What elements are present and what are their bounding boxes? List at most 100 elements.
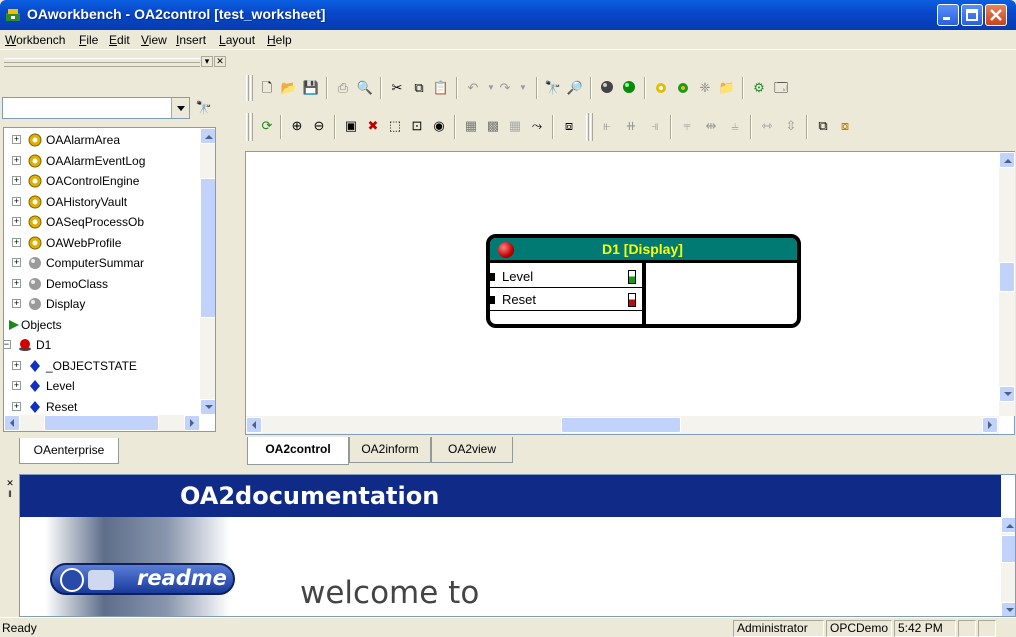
new-icon[interactable]: 🗋 <box>258 79 276 97</box>
canvas-horizontal-scrollbar[interactable] <box>246 416 999 434</box>
scroll-left-arrow[interactable] <box>4 415 20 431</box>
menu-file[interactable]: File <box>79 33 98 47</box>
canvas-vertical-scrollbar[interactable] <box>999 152 1015 416</box>
expand-icon[interactable]: + <box>12 135 21 144</box>
open-icon[interactable]: 📂 <box>280 79 298 97</box>
tree-vertical-scrollbar[interactable] <box>200 128 215 415</box>
left-dock-close-button[interactable]: ✕ <box>214 56 226 67</box>
deploy-icon[interactable] <box>652 79 670 97</box>
print-preview-icon[interactable]: 🔍 <box>356 79 374 97</box>
tree-node[interactable]: Objects <box>4 315 200 335</box>
scroll-right-arrow[interactable] <box>982 417 998 433</box>
menu-view[interactable]: View <box>141 33 167 47</box>
grid-icon[interactable]: ▦ <box>462 117 480 135</box>
network-icon[interactable]: ❈ <box>696 79 714 97</box>
search-combo[interactable] <box>2 97 190 119</box>
align-top-icon[interactable]: ⫧ <box>678 117 696 135</box>
expand-icon[interactable]: + <box>12 401 21 411</box>
replace-icon[interactable]: 🔎 <box>566 79 584 97</box>
tab-oaenterprise[interactable]: OAenterprise <box>19 438 119 464</box>
scroll-up-arrow[interactable] <box>999 152 1015 168</box>
tree-node[interactable]: + OAAlarmArea <box>4 130 200 150</box>
toolbar-grip[interactable] <box>246 113 249 141</box>
display-object[interactable]: D1 [Display] Level Reset <box>486 234 801 328</box>
scroll-up-arrow[interactable] <box>200 128 215 144</box>
canvas-vscroll-thumb[interactable] <box>999 262 1015 292</box>
tree-scroll-thumb[interactable] <box>200 178 215 318</box>
maximize-button[interactable] <box>961 4 983 26</box>
find-icon[interactable]: 🔭 <box>544 79 562 97</box>
zoom-in-icon[interactable]: ⊕ <box>288 117 306 135</box>
bring-front-icon[interactable]: ⧉ <box>814 117 832 135</box>
menu-help[interactable]: Help <box>267 33 292 47</box>
tree-node[interactable]: + OASeqProcessOb <box>4 212 200 232</box>
run-sphere-icon[interactable] <box>620 79 638 97</box>
port-level[interactable]: Level <box>490 266 642 288</box>
documentation-view[interactable]: OA2documentation readme welcome to <box>19 474 1016 617</box>
left-dock-restore-button[interactable]: ▾ <box>201 56 213 67</box>
paste-icon[interactable]: 📋 <box>432 79 450 97</box>
zoom-area-icon[interactable]: ⬚ <box>386 117 404 135</box>
menu-edit[interactable]: Edit <box>109 33 130 47</box>
tree-horizontal-scrollbar[interactable] <box>4 415 200 431</box>
find-button[interactable]: 🔭 <box>193 97 215 119</box>
expand-icon[interactable]: + <box>12 381 21 390</box>
add-object-icon[interactable]: ▣ <box>342 117 360 135</box>
left-dock-grip[interactable] <box>4 58 200 67</box>
toolbar-grip[interactable] <box>586 113 589 141</box>
align-right-icon[interactable]: ⫣ <box>646 117 664 135</box>
port-reset[interactable]: Reset <box>490 289 642 311</box>
expand-icon[interactable]: + <box>12 196 21 206</box>
scroll-down-arrow[interactable] <box>1001 602 1015 616</box>
scroll-down-arrow[interactable] <box>999 386 1015 402</box>
cut-icon[interactable]: ✂ <box>388 79 406 97</box>
folder-icon[interactable]: 📁 <box>718 79 736 97</box>
doc-scroll-thumb[interactable] <box>1001 535 1015 563</box>
align-bottom-icon[interactable]: ⫨ <box>726 117 744 135</box>
tree-node[interactable]: + Display <box>4 294 200 314</box>
deploy-all-icon[interactable] <box>674 79 692 97</box>
chevron-down-icon[interactable] <box>171 98 189 118</box>
scroll-down-arrow[interactable] <box>200 399 215 415</box>
minimize-button[interactable] <box>937 4 959 26</box>
space-horizontal-icon[interactable]: ⇿ <box>758 117 776 135</box>
fit-icon[interactable]: ⊡ <box>408 117 426 135</box>
expand-icon[interactable]: + <box>12 176 21 185</box>
tree-node[interactable]: + ComputerSummar <box>4 253 200 273</box>
frame-icon[interactable]: ⧈ <box>560 117 578 135</box>
redo-dropdown-icon[interactable]: ▼ <box>514 79 532 97</box>
canvas-hscroll-thumb[interactable] <box>561 417 681 433</box>
grid-off-icon[interactable]: ▦ <box>506 117 524 135</box>
properties-icon[interactable]: 🗔 <box>772 79 790 97</box>
tree-node[interactable]: + Reset <box>4 397 200 417</box>
copy-icon[interactable]: ⧉ <box>410 79 428 97</box>
print-icon[interactable]: ⎙ <box>334 79 352 97</box>
undo-icon[interactable]: ↶ <box>464 79 482 97</box>
toolbar-grip[interactable] <box>246 75 249 101</box>
close-button[interactable] <box>985 4 1007 26</box>
doc-vertical-scrollbar[interactable] <box>1001 517 1015 616</box>
tree-node[interactable]: + OAControlEngine <box>4 171 200 191</box>
align-center-icon[interactable]: ⧺ <box>622 117 640 135</box>
tree-hscroll-thumb[interactable] <box>44 415 159 431</box>
connector-icon[interactable]: ⤳ <box>528 117 546 135</box>
zoom-out-icon[interactable]: ⊖ <box>310 117 328 135</box>
readme-button[interactable]: readme <box>50 563 235 595</box>
expand-icon[interactable]: + <box>12 278 21 288</box>
worksheet-canvas[interactable]: D1 [Display] Level Reset <box>245 151 1015 435</box>
tree-node[interactable]: + Level <box>4 376 200 396</box>
tab-oa2inform[interactable]: OA2inform <box>349 437 431 463</box>
tree-node[interactable]: + OAWebProfile <box>4 233 200 253</box>
expand-icon[interactable]: + <box>12 237 21 247</box>
expand-icon[interactable]: + <box>12 217 21 226</box>
expand-icon[interactable]: + <box>12 360 21 370</box>
delete-object-icon[interactable]: ✖ <box>364 117 382 135</box>
class-tree[interactable]: + OAAlarmArea + OAAlarmEventLog + OAControlEn… <box>3 127 216 432</box>
align-left-icon[interactable]: ⫦ <box>598 117 616 135</box>
tree-node[interactable]: + OAHistoryVault <box>4 192 200 212</box>
expand-icon[interactable]: + <box>12 299 21 308</box>
scroll-left-arrow[interactable] <box>246 417 262 433</box>
scroll-up-arrow[interactable] <box>1001 517 1015 533</box>
menu-layout[interactable]: Layout <box>219 33 255 47</box>
save-icon[interactable]: 💾 <box>302 79 320 97</box>
